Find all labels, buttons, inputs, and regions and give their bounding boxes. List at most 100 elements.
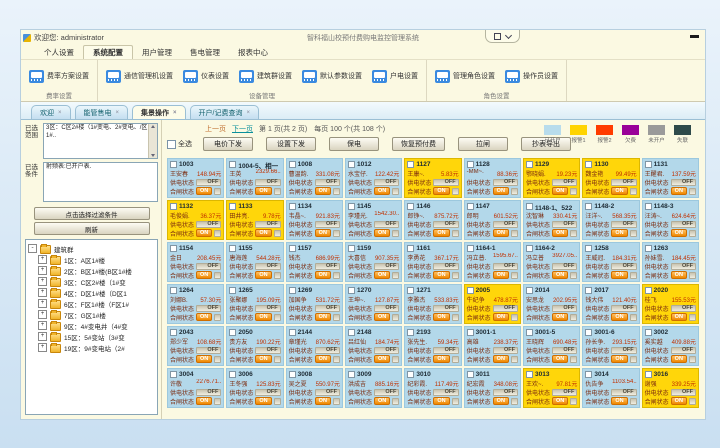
card-checkbox[interactable] (645, 203, 652, 210)
menu-item[interactable]: 报表中心 (229, 46, 277, 59)
supply-off-indicator[interactable]: OFF (552, 305, 577, 312)
meter-card[interactable]: 1157 钱杰 686.99元 供电状态 OFF 合闸状态 ON (286, 242, 343, 282)
supply-off-indicator[interactable]: OFF (255, 389, 280, 396)
meter-card[interactable]: 2014 安思龙 202.95元 供电状态 OFF 合闸状态 ON (523, 284, 580, 324)
supply-off-indicator[interactable]: OFF (433, 179, 458, 186)
supply-off-indicator[interactable]: OFF (552, 389, 577, 396)
meter-card[interactable]: 1161 李勇花 367.17元 供电状态 OFF 合闸状态 ON (404, 242, 461, 282)
supply-off-indicator[interactable]: OFF (196, 179, 221, 186)
meter-card[interactable]: 3001-5 王晓辉 690.48元 供电状态 OFF 合闸状态 ON (523, 326, 580, 366)
supply-off-indicator[interactable]: OFF (196, 263, 221, 270)
supply-off-indicator[interactable]: OFF (196, 221, 221, 228)
meter-card[interactable]: 3006 王冬强 125.83元 供电状态 OFF 合闸状态 ON (226, 368, 283, 408)
card-checkbox[interactable] (467, 161, 474, 168)
meter-card[interactable]: 1263 孙妹雪. 184.45元 供电状态 OFF 合闸状态 ON (642, 242, 699, 282)
switch-on-indicator[interactable]: ON (433, 355, 449, 363)
card-checkbox[interactable] (289, 203, 296, 210)
supply-off-indicator[interactable]: OFF (433, 305, 458, 312)
ribbon-button[interactable]: 操作员设置 (505, 70, 558, 83)
card-checkbox[interactable] (467, 287, 474, 294)
card-checkbox[interactable] (170, 371, 177, 378)
supply-off-indicator[interactable]: OFF (493, 179, 518, 186)
supply-off-indicator[interactable]: OFF (315, 179, 340, 186)
meter-card[interactable]: 3001-1 高雄 238.37元 供电状态 OFF 合闸状态 ON (464, 326, 521, 366)
meter-card[interactable]: 3009 洪成吉 885.16元 供电状态 OFF 合闸状态 ON (345, 368, 402, 408)
supply-off-indicator[interactable]: OFF (552, 263, 577, 270)
meter-card[interactable]: 1164-2 冯立普 3927.05.. 供电状态 OFF 合闸状态 ON (523, 242, 580, 282)
supply-off-indicator[interactable]: OFF (433, 347, 458, 354)
close-icon[interactable]: × (173, 110, 177, 116)
document-tab[interactable]: 能管售电 × (75, 105, 129, 119)
card-checkbox[interactable] (526, 329, 533, 336)
supply-off-indicator[interactable]: OFF (374, 347, 399, 354)
meter-card[interactable]: 1270 王坤~. 127.87元 供电状态 OFF 合闸状态 ON (345, 284, 402, 324)
supply-off-indicator[interactable]: OFF (315, 389, 340, 396)
tree-item[interactable]: + 7区：G区1#楼 (38, 309, 155, 320)
switch-on-indicator[interactable]: ON (374, 271, 390, 279)
card-checkbox[interactable] (348, 329, 355, 336)
switch-on-indicator[interactable]: ON (552, 187, 568, 195)
meter-card[interactable]: 3008 吴之夏 550.97元 供电状态 OFF 合闸状态 ON (286, 368, 343, 408)
supply-off-indicator[interactable]: OFF (255, 179, 280, 186)
switch-on-indicator[interactable]: ON (552, 397, 568, 405)
action-button[interactable]: 保电 (329, 137, 379, 151)
meter-card[interactable]: 1130 魏金艳 99.49元 供电状态 OFF 合闸状态 ON (582, 158, 639, 198)
card-checkbox[interactable] (407, 287, 414, 294)
meter-card[interactable]: 3013 王欢~. 97.81元 供电状态 OFF 合闸状态 ON (523, 368, 580, 408)
switch-on-indicator[interactable]: ON (493, 397, 509, 405)
switch-on-indicator[interactable]: ON (433, 397, 449, 405)
meter-card[interactable]: 2043 郑少军 108.68元 供电状态 OFF 合闸状态 ON (167, 326, 224, 366)
supply-off-indicator[interactable]: OFF (552, 179, 577, 186)
ribbon-button[interactable]: 通信管理机设置 (106, 70, 173, 83)
card-checkbox[interactable] (229, 371, 236, 378)
supply-off-indicator[interactable]: OFF (255, 305, 280, 312)
supply-off-indicator[interactable]: OFF (552, 221, 577, 228)
tree-item[interactable]: + 19区：9#变电站（2# (38, 342, 155, 353)
meter-card[interactable]: 1146 郎铮~. 875.72元 供电状态 OFF 合闸状态 ON (404, 200, 461, 240)
ribbon-button[interactable]: 管理角色设置 (435, 70, 495, 83)
switch-on-indicator[interactable]: ON (255, 187, 271, 195)
supply-off-indicator[interactable]: OFF (611, 389, 636, 396)
refresh-button[interactable]: 刷新 (34, 222, 150, 235)
meter-card[interactable]: 1164-1 冯立普. 1595.67.. 供电状态 OFF 合闸状态 ON (464, 242, 521, 282)
meter-card[interactable]: 3011 纪宏霞 348.08元 供电状态 OFF 合闸状态 ON (464, 368, 521, 408)
supply-off-indicator[interactable]: OFF (374, 389, 399, 396)
scroll-up-icon[interactable] (151, 125, 155, 128)
card-checkbox[interactable] (289, 287, 296, 294)
card-checkbox[interactable] (585, 371, 592, 378)
expand-icon[interactable]: + (38, 288, 47, 297)
meter-card[interactable]: 1271 李雅杰 533.83元 供电状态 OFF 合闸状态 ON (404, 284, 461, 324)
menu-item[interactable]: 用户管理 (133, 46, 181, 59)
switch-on-indicator[interactable]: ON (255, 229, 271, 237)
action-button[interactable]: 恢复预付费 (392, 137, 445, 151)
meter-card[interactable]: 3016 谢强 339.25元 供电状态 OFF 合闸状态 ON (642, 368, 699, 408)
switch-on-indicator[interactable]: ON (196, 187, 212, 195)
switch-on-indicator[interactable]: ON (552, 229, 568, 237)
card-checkbox[interactable] (229, 287, 236, 294)
supply-off-indicator[interactable]: OFF (611, 305, 636, 312)
choose-filter-button[interactable]: 点击选择过滤条件 (34, 207, 150, 220)
next-page-link[interactable]: 下一页 (232, 124, 253, 134)
tree-item[interactable]: + 1区：A区1#楼 (38, 254, 155, 265)
ribbon-button[interactable]: 建筑群设置 (239, 70, 292, 83)
meter-card[interactable]: 1145 李瑾光. 1542.30.. 供电状态 OFF 合闸状态 ON (345, 200, 402, 240)
card-checkbox[interactable] (585, 287, 592, 294)
supply-off-indicator[interactable]: OFF (315, 221, 340, 228)
meter-card[interactable]: 1258 王威冠. 184.31元 供电状态 OFF 合闸状态 ON (582, 242, 639, 282)
meter-card[interactable]: 2050 贵方友 190.22元 供电状态 OFF 合闸状态 ON (226, 326, 283, 366)
switch-on-indicator[interactable]: ON (315, 355, 331, 363)
card-checkbox[interactable] (170, 203, 177, 210)
switch-on-indicator[interactable]: ON (552, 271, 568, 279)
tree-item[interactable]: + 15区：5#变站（3#变 (38, 331, 155, 342)
supply-off-indicator[interactable]: OFF (433, 221, 458, 228)
card-checkbox[interactable] (645, 287, 652, 294)
expand-icon[interactable]: + (38, 321, 47, 330)
card-checkbox[interactable] (229, 329, 236, 336)
meter-card[interactable]: 2005 牛纪争 478.87元 供电状态 OFF 合闸状态 ON (464, 284, 521, 324)
select-all-checkbox[interactable] (167, 140, 176, 149)
meter-card[interactable]: 3014 仇告争 1103.54.. 供电状态 OFF 合闸状态 ON (582, 368, 639, 408)
meter-card[interactable]: 1269 加国争 531.72元 供电状态 OFF 合闸状态 ON (286, 284, 343, 324)
switch-on-indicator[interactable]: ON (611, 355, 627, 363)
card-checkbox[interactable] (407, 161, 414, 168)
switch-on-indicator[interactable]: ON (433, 187, 449, 195)
